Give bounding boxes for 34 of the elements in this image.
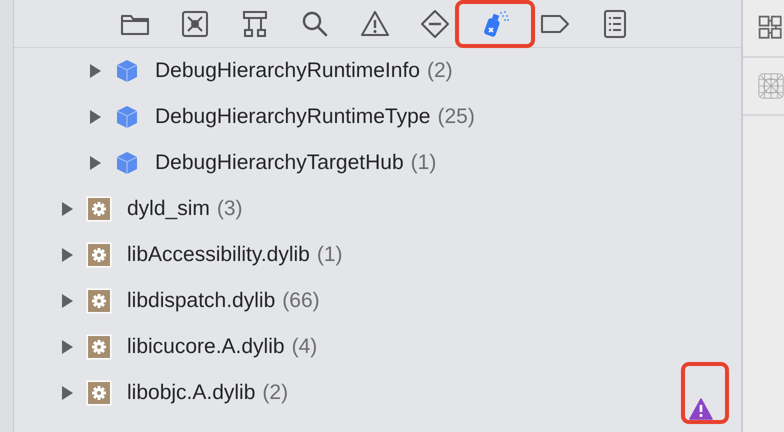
disclosure-arrow-icon[interactable] bbox=[88, 63, 102, 79]
disclosure-arrow-icon[interactable] bbox=[60, 247, 74, 263]
diamond-icon[interactable] bbox=[419, 8, 451, 40]
item-count: (25) bbox=[437, 105, 475, 129]
tree-item-label[interactable]: libAccessibility.dylib bbox=[127, 243, 310, 267]
item-count: (4) bbox=[292, 335, 318, 359]
tree-item-label[interactable]: libicucore.A.dylib bbox=[127, 335, 285, 359]
tree-item-label[interactable]: dyld_sim bbox=[127, 197, 210, 221]
item-count: (1) bbox=[316, 243, 343, 267]
tree-item-label[interactable]: DebugHierarchyTargetHub bbox=[155, 151, 404, 175]
tree-item-label[interactable]: DebugHierarchyRuntimeInfo bbox=[155, 59, 420, 83]
tree-item-label[interactable]: DebugHierarchyRuntimeType bbox=[155, 105, 430, 129]
item-count: (1) bbox=[410, 151, 436, 175]
tree-item-label[interactable]: libdispatch.dylib bbox=[127, 289, 276, 313]
gear-icon bbox=[86, 196, 112, 222]
cube-icon bbox=[114, 58, 140, 84]
item-count: (2) bbox=[262, 381, 288, 405]
cube-icon bbox=[114, 150, 140, 176]
cube-icon bbox=[114, 104, 140, 130]
disclosure-arrow-icon[interactable] bbox=[60, 293, 74, 309]
item-count: (66) bbox=[282, 289, 320, 313]
gear-icon bbox=[86, 334, 112, 360]
disclosure-arrow-icon[interactable] bbox=[88, 155, 102, 171]
item-count: (3) bbox=[216, 197, 243, 221]
warning-icon[interactable] bbox=[689, 398, 713, 420]
gear-icon bbox=[86, 288, 112, 314]
disclosure-arrow-icon[interactable] bbox=[88, 109, 102, 125]
gear-icon bbox=[86, 380, 112, 406]
gear-icon bbox=[86, 242, 112, 268]
disclosure-arrow-icon[interactable] bbox=[60, 385, 74, 401]
item-count: (2) bbox=[426, 59, 453, 83]
disclosure-arrow-icon[interactable] bbox=[60, 201, 74, 217]
tree-item-label[interactable]: libobjc.A.dylib bbox=[127, 381, 256, 405]
disclosure-arrow-icon[interactable] bbox=[60, 339, 74, 355]
